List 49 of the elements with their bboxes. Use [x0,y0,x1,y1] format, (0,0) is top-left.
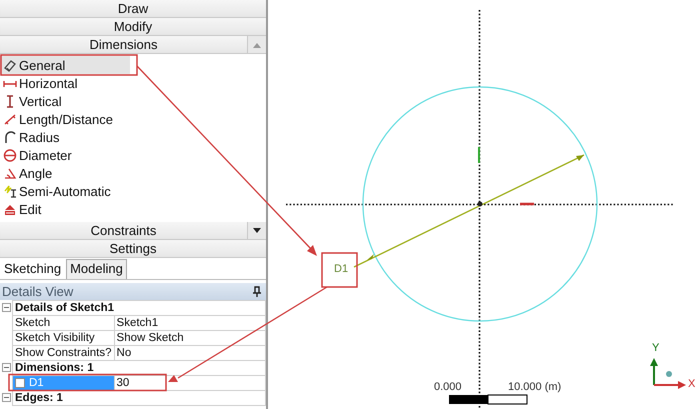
y-axis-arrow [650,358,658,385]
tool-item[interactable]: Semi-Automatic [0,182,130,200]
tool-icon [3,112,17,126]
tool-item[interactable]: General [0,56,130,74]
scale-label: 10.000 (m) [508,381,562,393]
collapse-toggle-icon[interactable] [2,393,10,402]
collapse-toggle-icon[interactable] [2,363,10,372]
tool-icon [3,148,17,162]
dropdown-arrow-icon[interactable] [253,228,261,234]
x-axis-arrow [654,381,686,389]
horizontal-constraint-mark [520,202,534,206]
property-value: Sketch1 [114,316,266,330]
tool-icon [3,184,17,198]
group-header: Details of Sketch1 [12,300,266,316]
tool-item[interactable]: Angle [0,164,130,182]
vertical-constraint-mark [478,147,480,163]
collapse-toggle-icon[interactable] [2,303,10,312]
tool-icon [3,202,17,216]
pin-icon[interactable] [252,286,262,298]
section-header[interactable]: Modify [0,18,266,36]
section-header[interactable]: Settings [0,240,266,258]
property-value: No [114,346,266,360]
tab[interactable]: Modeling [66,259,127,279]
tool-item[interactable]: Diameter [0,146,130,164]
axis-label: Y [652,342,660,354]
tool-item[interactable]: Vertical [0,92,130,110]
section-header[interactable]: Dimensions [0,36,248,53]
section-header[interactable]: Draw [0,0,266,18]
tool-item[interactable]: Horizontal [0,74,130,92]
property-value: Show Sketch [114,330,266,346]
tool-item[interactable]: Edit [0,200,130,218]
tool-item[interactable]: Length/Distance [0,110,130,128]
z-axis-marker [666,371,672,377]
tool-item[interactable]: Radius [0,128,130,146]
group-header: Edges: 1 [12,390,266,406]
tool-icon [3,58,17,72]
property-label: Sketch Visibility [12,330,114,346]
highlight-frame [321,252,358,288]
panel-title: Details View [2,283,74,300]
property-label: Show Constraints? [12,346,114,360]
tool-icon [3,130,17,144]
dimension-label[interactable]: D1 [334,263,348,275]
property-label: Sketch [12,316,114,330]
section-header[interactable]: Constraints [0,222,248,239]
scale-label: 0.000 [434,381,462,393]
checkbox[interactable] [15,378,25,388]
origin-point [478,202,482,206]
tool-icon [3,166,17,180]
axis-label: X [688,378,696,390]
